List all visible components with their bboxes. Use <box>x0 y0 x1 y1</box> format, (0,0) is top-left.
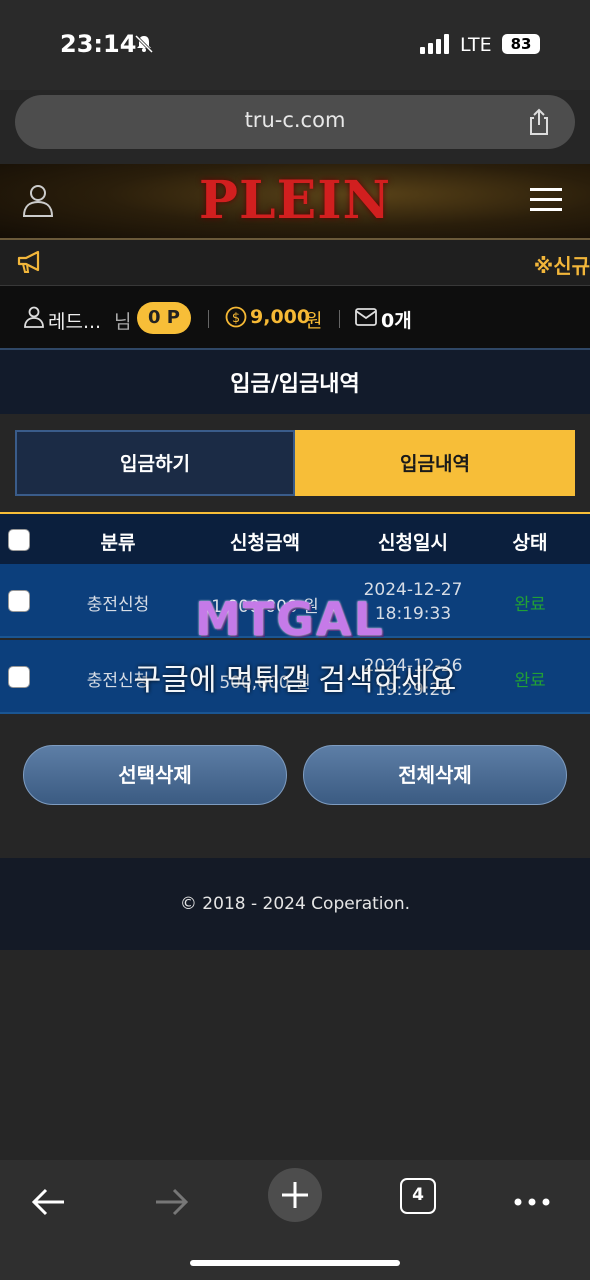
back-icon[interactable] <box>26 1180 70 1224</box>
share-icon[interactable] <box>525 108 553 136</box>
divider <box>339 310 340 328</box>
site-header: PLEIN <box>0 164 590 240</box>
tab-group: 입금하기 입금내역 <box>0 414 590 512</box>
delete-selected-button[interactable]: 선택삭제 <box>23 745 287 805</box>
megaphone-icon <box>17 250 40 273</box>
tab-deposit[interactable]: 입금하기 <box>15 430 295 496</box>
user-info-bar: 레드... 님 0 P $ 9,000 원 0개 <box>0 286 590 350</box>
username: 레드... <box>48 311 102 333</box>
battery-indicator: 83 <box>502 34 540 54</box>
signal-icon <box>420 34 449 54</box>
forward-icon[interactable] <box>150 1180 194 1224</box>
username-suffix: 님 <box>114 311 132 333</box>
hamburger-menu-icon[interactable] <box>530 186 562 214</box>
action-area: 선택삭제 전체삭제 <box>0 714 590 858</box>
bell-muted-icon <box>134 34 154 54</box>
notice-marquee: ※신규 <box>533 254 590 278</box>
points-badge[interactable]: 0 P <box>137 302 191 334</box>
status-bar: 23:14 LTE 83 <box>0 0 590 90</box>
row-checkbox[interactable] <box>8 590 30 612</box>
select-all-checkbox[interactable] <box>8 529 30 551</box>
money-unit: 원 <box>305 310 323 332</box>
tabs-count-button[interactable]: 4 <box>400 1178 436 1214</box>
column-header-status: 상태 <box>512 532 548 554</box>
table-header: 분류 신청금액 신청일시 상태 <box>0 512 590 564</box>
network-label: LTE <box>460 34 492 56</box>
site-logo[interactable]: PLEIN <box>0 170 590 231</box>
page-title-bar: 입금/입금내역 <box>0 350 590 414</box>
svg-text:$: $ <box>232 311 240 326</box>
status-time: 23:14 <box>60 30 137 58</box>
column-header-amount: 신청금액 <box>230 532 300 554</box>
more-options-icon[interactable] <box>510 1180 554 1224</box>
coin-icon: $ <box>225 306 247 328</box>
new-tab-icon[interactable] <box>268 1168 322 1222</box>
watermark-text: 구글에 먹튀갤 검색하세요 <box>133 663 457 698</box>
money-balance: 9,000 <box>250 306 311 328</box>
url-text[interactable]: tru-c.com <box>15 108 575 132</box>
delete-all-button[interactable]: 전체삭제 <box>303 745 567 805</box>
row-type: 충전신청 <box>86 595 150 615</box>
message-count[interactable]: 0개 <box>381 306 412 333</box>
notice-bar: ※신규 <box>0 240 590 286</box>
page-title: 입금/입금내역 <box>230 372 360 397</box>
footer: © 2018 - 2024 Coperation. <box>0 858 590 950</box>
column-header-type: 분류 <box>100 532 136 554</box>
copyright-text: © 2018 - 2024 Coperation. <box>179 894 411 914</box>
column-header-date: 신청일시 <box>378 532 448 554</box>
row-status: 완료 <box>514 595 546 615</box>
mail-icon[interactable] <box>355 308 377 326</box>
person-icon <box>24 306 44 328</box>
home-indicator <box>190 1260 400 1266</box>
divider <box>208 310 209 328</box>
watermark-logo: MTGAL <box>195 592 385 646</box>
url-bar[interactable]: tru-c.com <box>15 95 575 149</box>
tab-deposit-history[interactable]: 입금내역 <box>295 430 575 496</box>
